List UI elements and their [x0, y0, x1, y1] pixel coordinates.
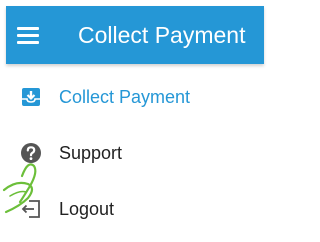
- drawer-screen: Collect Payment Collect Payment Support …: [0, 0, 280, 242]
- menu-item-label: Support: [59, 143, 123, 163]
- app-bar: Collect Payment: [6, 6, 264, 64]
- menu-item-label: Collect Payment: [59, 87, 191, 107]
- hamburger-menu-icon[interactable]: [17, 25, 41, 45]
- menu-item-label: Logout: [59, 199, 115, 219]
- menu-item-logout[interactable]: Logout: [6, 188, 264, 230]
- app-bar-title: Collect Payment: [78, 22, 246, 48]
- menu-item-support[interactable]: Support: [6, 132, 264, 174]
- menu-item-collect-payment[interactable]: Collect Payment: [6, 76, 264, 118]
- logout-icon: [21, 200, 40, 218]
- download-box-icon: [22, 88, 40, 106]
- help-circle-icon: [21, 143, 41, 163]
